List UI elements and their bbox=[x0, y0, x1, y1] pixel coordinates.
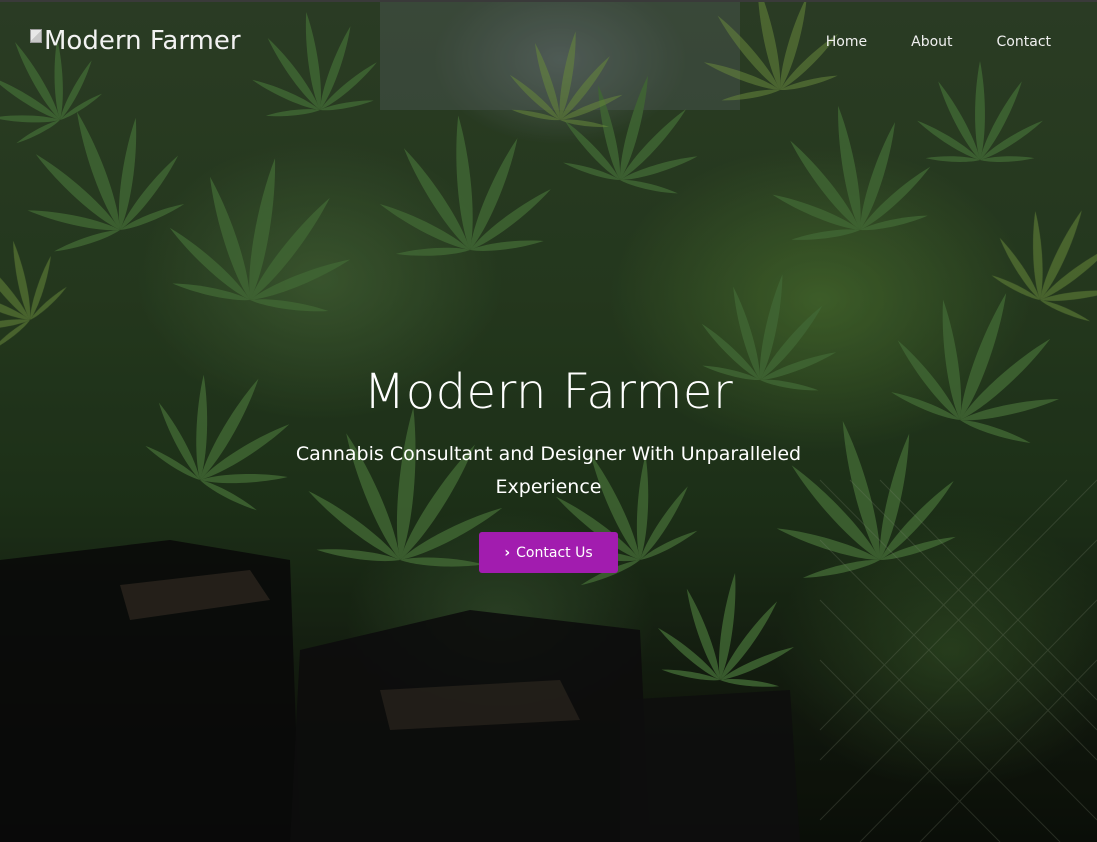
nav-item-contact[interactable]: Contact bbox=[997, 34, 1051, 50]
main-nav: Home About Contact bbox=[782, 34, 1051, 50]
brand-logo-alt-text: Modern Farmer bbox=[44, 26, 241, 56]
hero-section: Modern Farmer Home About Contact Modern … bbox=[0, 0, 1097, 842]
contact-us-button[interactable]: › Contact Us bbox=[479, 532, 618, 573]
broken-image-icon bbox=[30, 29, 42, 43]
contact-us-button-label: Contact Us bbox=[516, 544, 593, 561]
hero-title: Modern Farmer bbox=[363, 364, 734, 420]
brand-logo[interactable]: Modern Farmer bbox=[30, 26, 241, 56]
nav-item-about[interactable]: About bbox=[911, 34, 952, 50]
nav-item-home[interactable]: Home bbox=[826, 34, 867, 50]
chevron-right-icon: › bbox=[504, 544, 511, 561]
hero-subtitle: Cannabis Consultant and Designer With Un… bbox=[295, 443, 802, 498]
top-border bbox=[0, 0, 1097, 2]
hero-content: Modern Farmer Cannabis Consultant and De… bbox=[0, 360, 1097, 573]
